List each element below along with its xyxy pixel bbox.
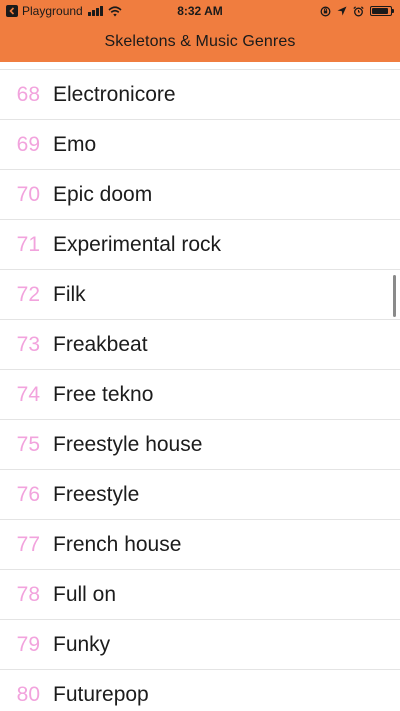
row-number: 72 (16, 282, 40, 306)
row-label: French house (53, 532, 182, 556)
row-label: Funky (53, 632, 111, 656)
list-item-partial[interactable] (0, 62, 400, 70)
battery-level-fill (372, 8, 389, 14)
status-bar: Playground 8:32 AM (0, 0, 400, 22)
row-number: 69 (16, 132, 40, 156)
list-item[interactable]: 75 Freestyle house (0, 420, 400, 470)
list-item[interactable]: 79 Funky (0, 620, 400, 670)
row-number: 76 (16, 482, 40, 506)
row-number: 68 (16, 82, 40, 106)
row-label: Experimental rock (53, 232, 222, 256)
list-item[interactable]: 69 Emo (0, 120, 400, 170)
row-number: 73 (16, 332, 40, 356)
page-title: Skeletons & Music Genres (104, 33, 296, 50)
row-label: Epic doom (53, 182, 153, 206)
genre-list[interactable]: 68 Electronicore 69 Emo 70 Epic doom 71 Experim… (0, 62, 400, 711)
row-label: Filk (53, 282, 86, 306)
screen: Playground 8:32 AM Skeletons & Music Gen… (0, 0, 400, 711)
row-number: 77 (16, 532, 40, 556)
battery-icon (370, 6, 394, 16)
row-label: Electronicore (53, 82, 176, 106)
row-label: Freakbeat (53, 332, 148, 356)
row-number: 75 (16, 432, 40, 456)
row-number: 80 (16, 682, 40, 706)
list-item[interactable]: 78 Full on (0, 570, 400, 620)
row-label: Freestyle house (53, 432, 203, 456)
row-number: 74 (16, 382, 40, 406)
row-number: 71 (16, 232, 40, 256)
header: Playground 8:32 AM Skeletons & Music Gen… (0, 0, 400, 62)
scroll-indicator[interactable] (393, 275, 396, 317)
list-item[interactable]: 68 Electronicore (0, 70, 400, 120)
alarm-icon (353, 5, 364, 17)
list-item[interactable]: 80 Futurepop (0, 670, 400, 711)
rotation-lock-icon (320, 6, 331, 17)
list-item[interactable]: 71 Experimental rock (0, 220, 400, 270)
row-label: Full on (53, 582, 117, 606)
location-icon (337, 6, 347, 16)
list-item[interactable]: 70 Epic doom (0, 170, 400, 220)
status-right (320, 0, 394, 22)
row-number: 78 (16, 582, 40, 606)
navigation-bar: Skeletons & Music Genres (0, 22, 400, 62)
list-item[interactable]: 73 Freakbeat (0, 320, 400, 370)
list-item[interactable]: 76 Freestyle (0, 470, 400, 520)
list-item[interactable]: 77 French house (0, 520, 400, 570)
list-item[interactable]: 72 Filk (0, 270, 400, 320)
row-label: Emo (53, 132, 97, 156)
row-number: 79 (16, 632, 40, 656)
row-label: Free tekno (53, 382, 154, 406)
row-label: Futurepop (53, 682, 149, 706)
row-label: Freestyle (53, 482, 140, 506)
list-item[interactable]: 74 Free tekno (0, 370, 400, 420)
row-number: 70 (16, 182, 40, 206)
battery-nub (392, 9, 394, 13)
